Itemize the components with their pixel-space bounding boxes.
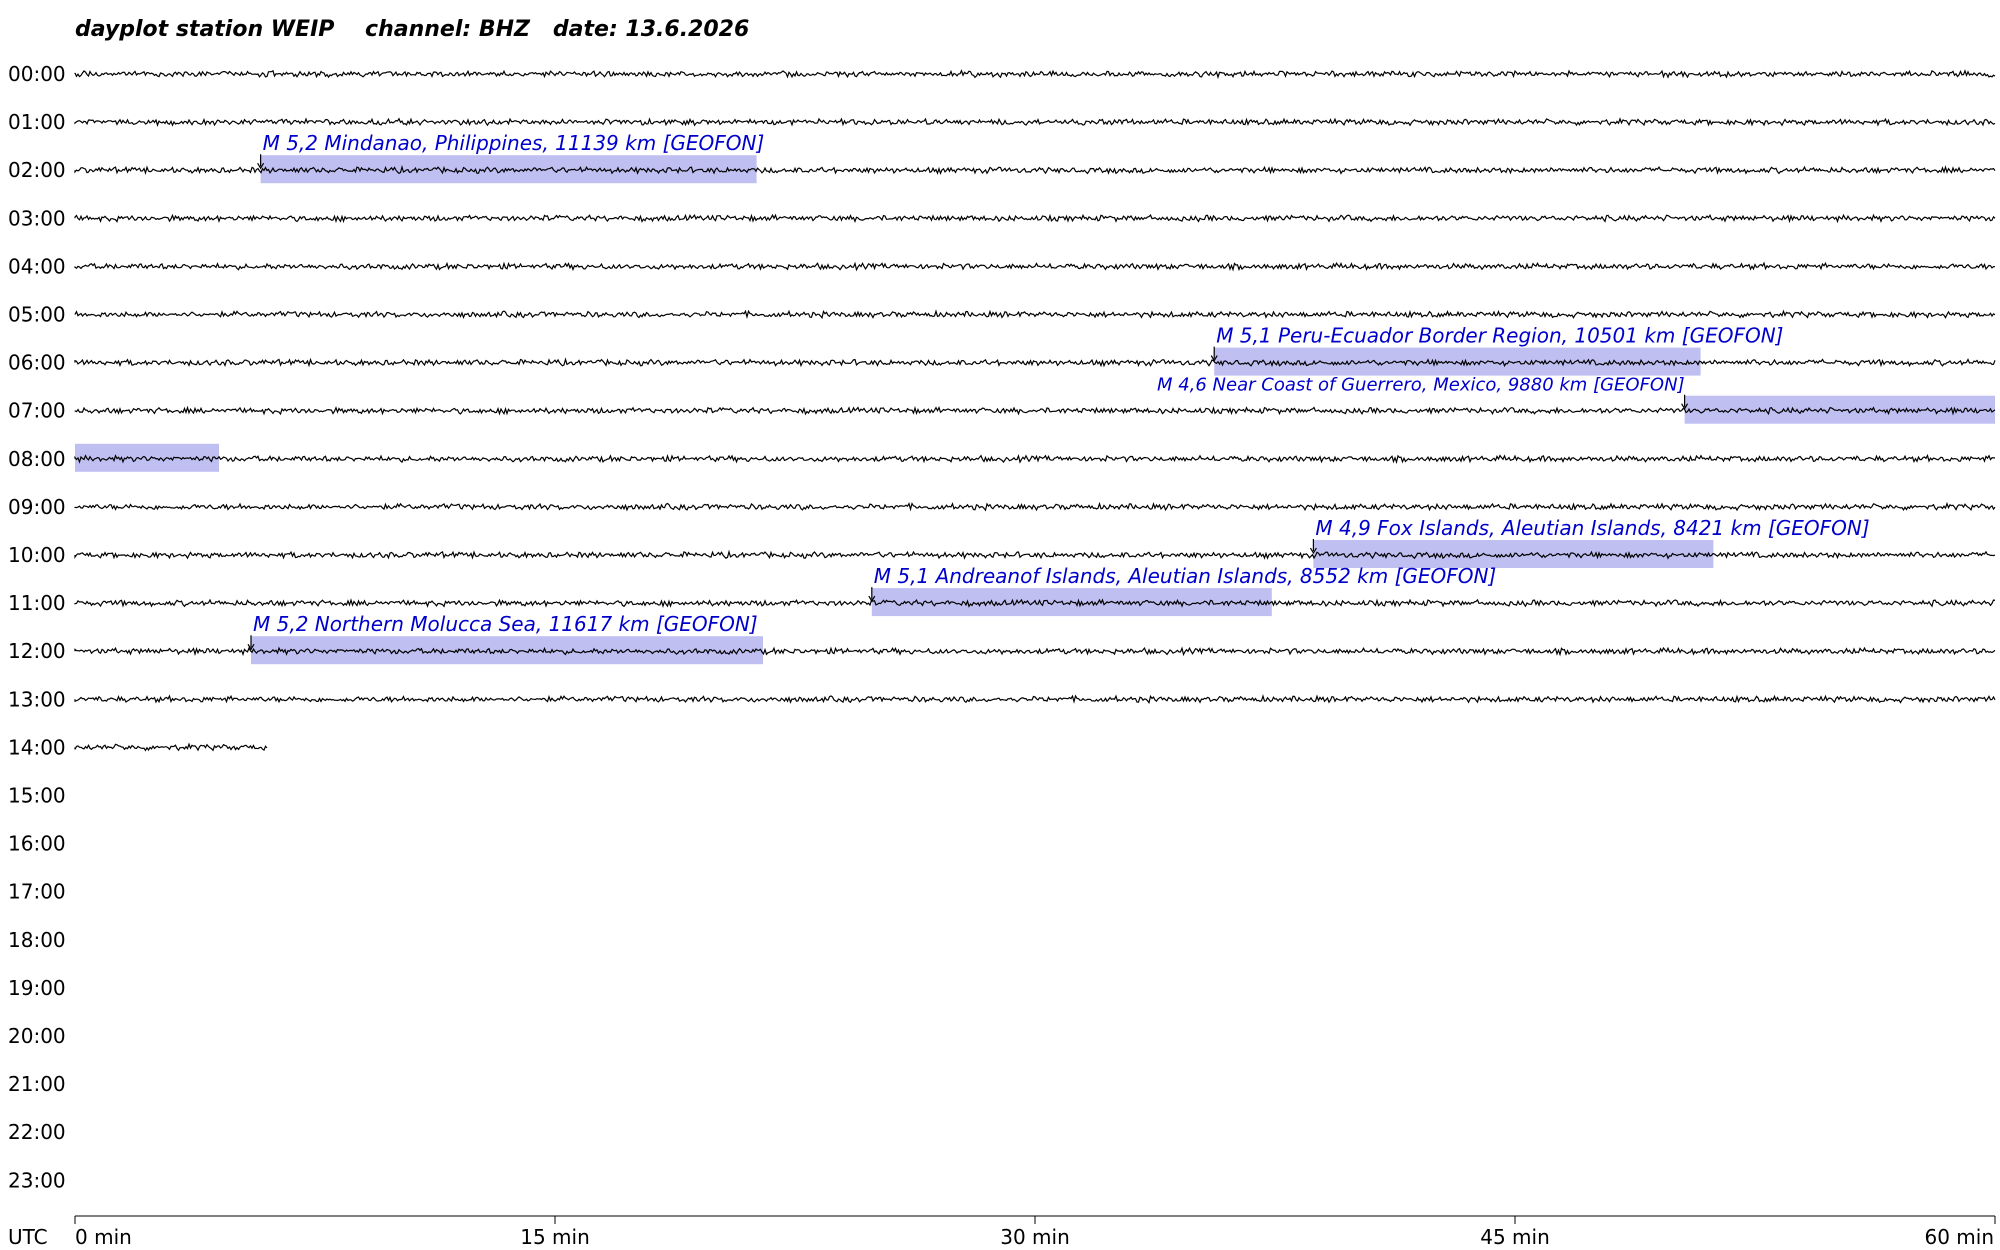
x-tick-label: 15 min — [520, 1225, 590, 1249]
event-label: M 5,1 Andreanof Islands, Aleutian Island… — [874, 564, 1496, 588]
event-label: M 5,1 Peru-Ecuador Border Region, 10501 … — [1216, 324, 1783, 348]
trace-1 — [74, 117, 1996, 127]
dayplot-chart: M 5,2 Mindanao, Philippines, 11139 km [G… — [8, 62, 1996, 1249]
trace-9 — [74, 501, 1996, 512]
hour-label: 14:00 — [8, 735, 66, 759]
x-tick-label: 30 min — [1000, 1225, 1070, 1249]
hour-label: 08:00 — [8, 447, 66, 471]
trace-5 — [74, 309, 1996, 320]
hour-row-labels: 00:00 01:00 02:00 03:00 04:00 05:00 06:00 07:00… — [8, 62, 66, 1192]
trace-8 — [74, 453, 1995, 465]
hour-label: 21:00 — [8, 1072, 66, 1096]
trace-14 — [74, 742, 268, 752]
event-label: M 4,6 Near Coast of Guerrero, Mexico, 98… — [1157, 375, 1685, 396]
hour-label: 15:00 — [8, 784, 66, 808]
event-annotations: M 5,2 Mindanao, Philippines, 11139 km [G… — [247, 131, 1870, 651]
hour-label: 19:00 — [8, 976, 66, 1000]
event-window — [251, 636, 763, 665]
hour-label: 11:00 — [8, 591, 66, 615]
hour-label: 04:00 — [8, 254, 66, 278]
hour-label: 02:00 — [8, 158, 66, 182]
event-label: M 4,9 Fox Islands, Aleutian Islands, 842… — [1315, 516, 1869, 540]
hour-label: 05:00 — [8, 303, 66, 327]
trace-13 — [74, 694, 1996, 704]
hour-label: 12:00 — [8, 639, 66, 663]
hour-label: 18:00 — [8, 928, 66, 952]
hour-label: 17:00 — [8, 880, 66, 904]
trace-3 — [74, 213, 1996, 224]
event-label: M 5,2 Northern Molucca Sea, 11617 km [GE… — [253, 612, 758, 636]
x-axis: 0 min 15 min 30 min 45 min 60 min UTC — [8, 1215, 1996, 1249]
hour-label: 16:00 — [8, 832, 66, 856]
hour-label: 22:00 — [8, 1120, 66, 1144]
hour-label: 07:00 — [8, 399, 66, 423]
trace-6 — [74, 357, 1996, 368]
hour-label: 00:00 — [8, 62, 66, 86]
trace-4 — [74, 261, 1996, 272]
x-tick-label: 60 min — [1924, 1225, 1994, 1249]
hour-label: 13:00 — [8, 687, 66, 711]
hour-label: 20:00 — [8, 1024, 66, 1048]
timezone-label: UTC — [8, 1225, 48, 1249]
x-tick-label: 0 min — [75, 1225, 132, 1249]
hour-label: 03:00 — [8, 206, 66, 230]
hour-label: 06:00 — [8, 351, 66, 375]
trace-0 — [74, 69, 1996, 80]
hour-label: 10:00 — [8, 543, 66, 567]
x-tick-label: 45 min — [1480, 1225, 1550, 1249]
hour-label: 09:00 — [8, 495, 66, 519]
event-label: M 5,2 Mindanao, Philippines, 11139 km [G… — [263, 131, 765, 155]
hour-label: 23:00 — [8, 1168, 66, 1192]
hour-label: 01:00 — [8, 110, 66, 134]
